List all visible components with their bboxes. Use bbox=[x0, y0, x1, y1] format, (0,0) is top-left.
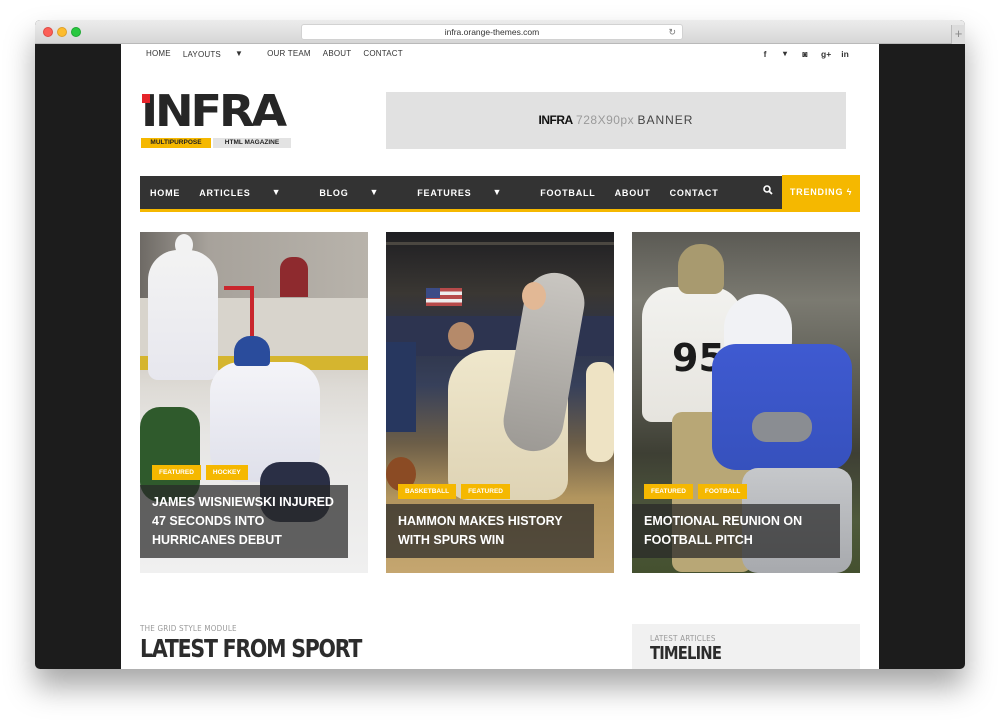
linkedin-icon[interactable]: in bbox=[841, 49, 849, 59]
banner-word: BANNER bbox=[637, 113, 694, 127]
featured-article-card[interactable]: BASKETBALL FEATURED HAMMON MAKES HISTORY… bbox=[386, 232, 614, 573]
search-icon[interactable] bbox=[754, 176, 782, 209]
url-text: infra.orange-themes.com bbox=[444, 27, 540, 37]
maximize-window-button[interactable] bbox=[71, 27, 81, 37]
nav-features[interactable]: FEATURES ▼ bbox=[417, 187, 521, 198]
tag-featured[interactable]: FEATURED bbox=[152, 465, 201, 480]
tag-basketball[interactable]: BASKETBALL bbox=[398, 484, 457, 499]
minimize-window-button[interactable] bbox=[57, 27, 67, 37]
nav-features-label: FEATURES bbox=[417, 188, 472, 198]
nav-football[interactable]: FOOTBALL bbox=[540, 188, 595, 198]
article-tags: BASKETBALL FEATURED bbox=[398, 484, 510, 499]
article-tags: FEATURED HOCKEY bbox=[152, 465, 248, 480]
tag-featured[interactable]: FEATURED bbox=[644, 484, 693, 499]
tag-hockey[interactable]: HOCKEY bbox=[205, 465, 248, 480]
nav-articles[interactable]: ARTICLES ▼ bbox=[199, 187, 300, 198]
lightning-icon: ϟ bbox=[846, 187, 853, 197]
nav-blog[interactable]: BLOG ▼ bbox=[319, 187, 398, 198]
nav-about[interactable]: ABOUT bbox=[615, 188, 651, 198]
top-nav: HOME LAYOUTS ▼ OUR TEAM ABOUT CONTACT bbox=[146, 49, 415, 59]
instagram-icon[interactable]: ◙ bbox=[801, 49, 809, 59]
top-nav-layouts-label: LAYOUTS bbox=[182, 50, 221, 59]
latest-from-sport-heading: THE GRID STYLE MODULE LATEST FROM SPORT bbox=[140, 624, 410, 663]
article-title[interactable]: JAMES WISNIEWSKI INJURED 47 SECONDS INTO… bbox=[140, 485, 348, 558]
tag-football[interactable]: FOOTBALL bbox=[697, 484, 748, 499]
article-tags: FEATURED FOOTBALL bbox=[644, 484, 748, 499]
trending-label: TRENDING bbox=[789, 187, 844, 197]
browser-window: infra.orange-themes.com ↻ + HOME LAYOUTS… bbox=[35, 20, 965, 669]
caret-down-icon: ▼ bbox=[492, 187, 503, 197]
sidebar-title: TIMELINE bbox=[650, 643, 722, 664]
nav-articles-label: ARTICLES bbox=[199, 188, 251, 198]
ad-banner[interactable]: INFRA 728X90px BANNER bbox=[386, 92, 846, 149]
top-nav-contact[interactable]: CONTACT bbox=[363, 49, 402, 59]
address-bar[interactable]: infra.orange-themes.com ↻ bbox=[301, 24, 683, 40]
nav-blog-label: BLOG bbox=[319, 188, 349, 198]
article-title[interactable]: EMOTIONAL REUNION ON FOOTBALL PITCH bbox=[632, 504, 840, 558]
reload-icon[interactable]: ↻ bbox=[668, 25, 676, 39]
browser-titlebar: infra.orange-themes.com ↻ + bbox=[35, 20, 965, 44]
logo-wordmark: INFRA bbox=[141, 86, 287, 137]
top-nav-our-team[interactable]: OUR TEAM bbox=[267, 49, 311, 59]
tag-featured[interactable]: FEATURED bbox=[461, 484, 510, 499]
sidebar-kicker: LATEST ARTICLES bbox=[650, 634, 716, 643]
top-nav-about[interactable]: ABOUT bbox=[323, 49, 352, 59]
site-logo[interactable]: INFRA MULTIPURPOSE HTML MAGAZINE bbox=[141, 86, 293, 151]
google-plus-icon[interactable]: g+ bbox=[821, 49, 831, 59]
web-page: HOME LAYOUTS ▼ OUR TEAM ABOUT CONTACT f ▾… bbox=[121, 44, 879, 669]
top-nav-home[interactable]: HOME bbox=[146, 49, 171, 59]
trending-button[interactable]: TRENDING ϟ bbox=[782, 175, 860, 212]
main-nav: HOME ARTICLES ▼ BLOG ▼ FEATURES ▼ FOOTBALL … bbox=[140, 175, 860, 212]
social-links: f ▾ ◙ g+ in bbox=[761, 49, 849, 59]
featured-article-card[interactable]: FEATURED HOCKEY JAMES WISNIEWSKI INJURED… bbox=[140, 232, 368, 573]
banner-size: 728X90px bbox=[576, 113, 635, 127]
nav-home[interactable]: HOME bbox=[150, 188, 180, 198]
twitter-icon[interactable]: ▾ bbox=[781, 49, 789, 59]
caret-down-icon: ▼ bbox=[271, 187, 282, 197]
section-title: LATEST FROM SPORT bbox=[140, 634, 362, 663]
logo-red-accent bbox=[142, 94, 150, 103]
logo-tag-multipurpose: MULTIPURPOSE bbox=[141, 138, 211, 148]
caret-down-icon: ▼ bbox=[369, 187, 380, 197]
nav-contact[interactable]: CONTACT bbox=[670, 188, 719, 198]
timeline-widget-header: LATEST ARTICLES TIMELINE bbox=[632, 624, 860, 669]
top-bar: HOME LAYOUTS ▼ OUR TEAM ABOUT CONTACT f ▾… bbox=[121, 44, 879, 66]
caret-down-icon: ▼ bbox=[234, 49, 244, 58]
close-window-button[interactable] bbox=[43, 27, 53, 37]
facebook-icon[interactable]: f bbox=[761, 49, 769, 59]
featured-article-card[interactable]: 95 FEATURED FOOTBALL EMOTIONAL REUNION O… bbox=[632, 232, 860, 573]
article-title[interactable]: HAMMON MAKES HISTORY WITH SPURS WIN bbox=[386, 504, 594, 558]
top-nav-layouts[interactable]: LAYOUTS ▼ bbox=[183, 49, 255, 59]
new-tab-button[interactable]: + bbox=[951, 25, 965, 44]
section-kicker: THE GRID STYLE MODULE bbox=[140, 624, 237, 633]
logo-tag-html-magazine: HTML MAGAZINE bbox=[213, 138, 291, 148]
banner-logo: INFRA bbox=[538, 113, 574, 127]
